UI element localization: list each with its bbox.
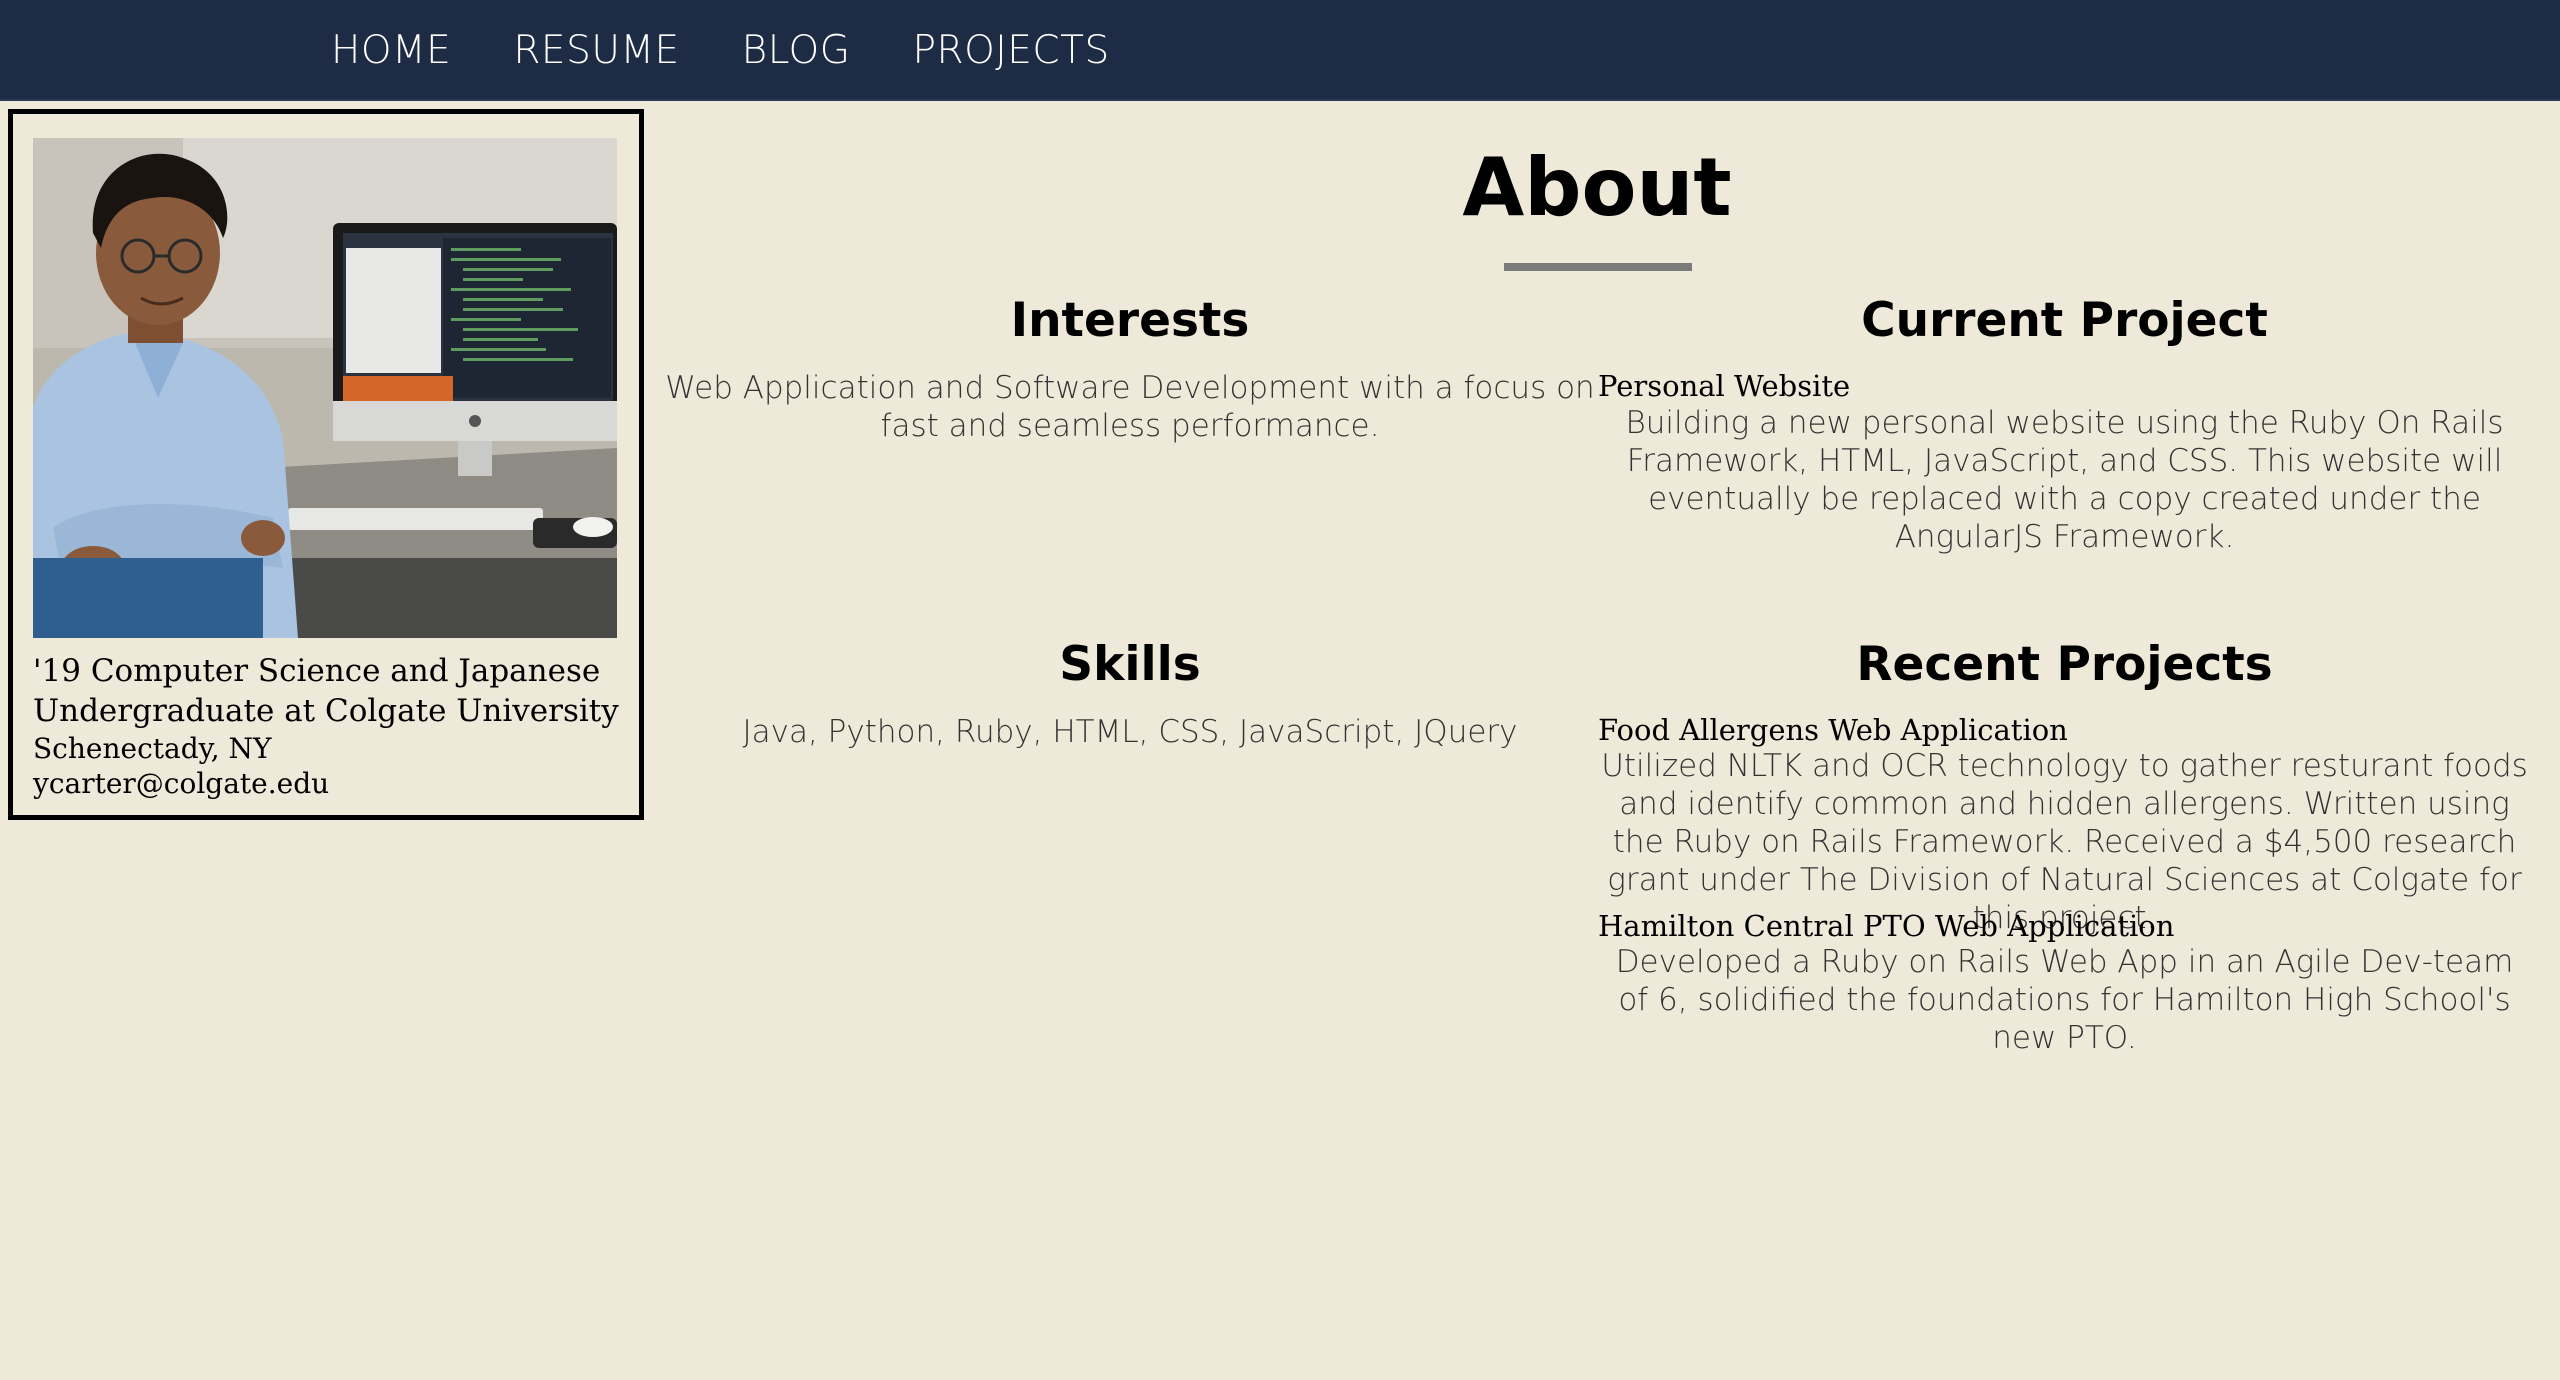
interests-heading: Interests [1010,293,1250,348]
interests-text: Web Application and Software Development… [665,370,1595,444]
profile-headline: '19 Computer Science and Japanese Underg… [33,653,619,729]
profile-info: '19 Computer Science and Japanese Underg… [33,651,633,801]
recent-project-title: Food Allergens Web Application [1598,713,2068,747]
recent-project-text: Developed a Ruby on Rails Web App in an … [1615,944,2514,1056]
title-divider [1504,263,1692,271]
recent-project-title: Hamilton Central PTO Web Application [1598,909,2175,943]
skills-text: Java, Python, Ruby, HTML, CSS, JavaScrip… [742,714,1518,750]
nav-projects-link[interactable]: PROJECTS [912,28,1109,73]
nav-links: HOME RESUME BLOG PROJECTS [331,0,1172,100]
profile-email: ycarter@colgate.edu [33,767,330,800]
nav-home-link[interactable]: HOME [331,28,451,73]
top-navbar: HOME RESUME BLOG PROJECTS [0,0,2560,101]
profile-location: Schenectady, NY [33,732,272,765]
current-project-title: Personal Website [1598,369,1851,403]
profile-photo [33,138,617,638]
skills-heading: Skills [1059,637,1201,692]
current-project-text: Building a new personal website using th… [1625,405,2504,555]
recent-projects-heading: Recent Projects [1856,637,2273,692]
nav-blog-link[interactable]: BLOG [742,28,851,73]
nav-resume-link[interactable]: RESUME [513,28,679,73]
current-project-heading: Current Project [1861,293,2268,348]
profile-card: '19 Computer Science and Japanese Underg… [8,109,644,820]
page-title: About [1462,141,1732,234]
